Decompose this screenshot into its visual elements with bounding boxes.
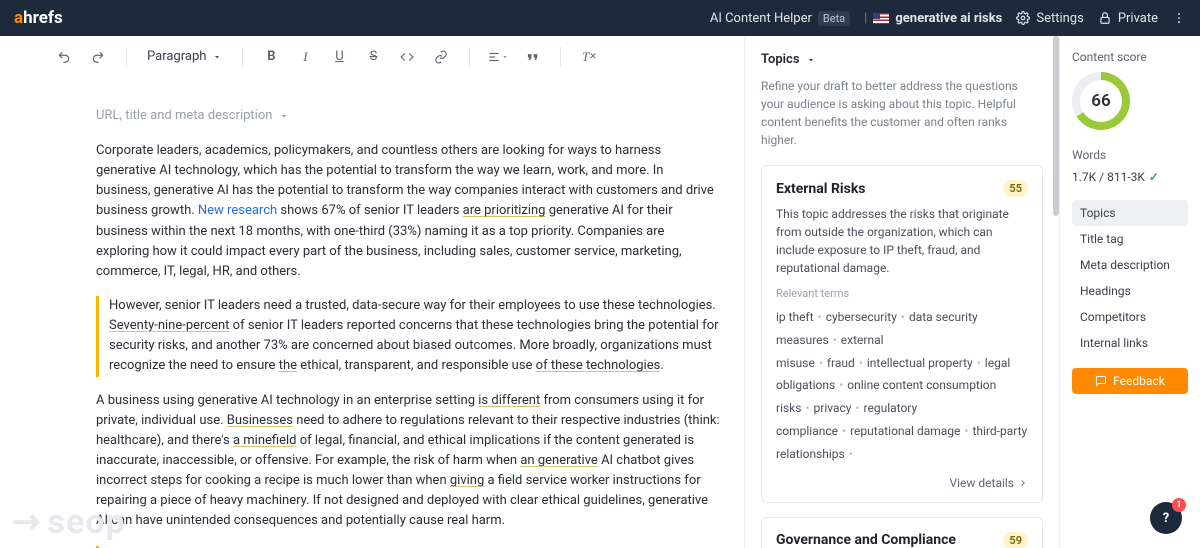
link-icon <box>434 50 448 64</box>
paragraph: A business using generative AI technolog… <box>96 391 720 532</box>
quote-button[interactable] <box>518 43 546 71</box>
italic-button[interactable]: I <box>291 43 319 71</box>
redo-icon <box>91 50 105 64</box>
private-button[interactable]: Private <box>1098 11 1158 26</box>
align-icon <box>487 50 501 64</box>
chevron-down-icon <box>212 52 222 62</box>
topic-card: Governance and Compliance 59 This topic … <box>761 517 1043 548</box>
settings-button[interactable]: Settings <box>1016 11 1083 26</box>
check-icon: ✓ <box>1149 170 1159 184</box>
link[interactable]: New research <box>198 203 277 218</box>
topic-card: External Risks 55 This topic addresses t… <box>761 165 1043 503</box>
nav-item-topics[interactable]: Topics <box>1072 200 1188 226</box>
block-style-select[interactable]: Paragraph <box>141 49 228 64</box>
code-icon <box>400 50 414 64</box>
url-meta-toggle[interactable]: URL, title and meta description <box>96 78 720 141</box>
topics-panel: Topics Refine your draft to better addre… <box>744 36 1060 548</box>
right-rail: Content score 66 Words 1.7K / 811-3K ✓ T… <box>1060 36 1200 548</box>
nav-item-title tag[interactable]: Title tag <box>1072 226 1188 252</box>
scrollbar[interactable] <box>1051 36 1059 548</box>
paragraph: However, senior IT leaders need a truste… <box>109 296 720 377</box>
editor-column: Paragraph B I U S T✕ URL, title and meta… <box>0 36 744 548</box>
topics-dropdown[interactable]: Topics <box>761 52 1043 67</box>
code-button[interactable] <box>393 43 421 71</box>
bold-button[interactable]: B <box>257 43 285 71</box>
feedback-button[interactable]: Feedback <box>1072 368 1188 394</box>
topics-intro: Refine your draft to better address the … <box>761 77 1043 149</box>
topic-desc: This topic addresses the risks that orig… <box>776 205 1028 277</box>
nav-item-competitors[interactable]: Competitors <box>1072 304 1188 330</box>
topic-title: External Risks <box>776 181 865 197</box>
nav-item-headings[interactable]: Headings <box>1072 278 1188 304</box>
undo-icon <box>57 50 71 64</box>
product-label: AI Content Helper <box>710 11 812 26</box>
topic-score-badge: 59 <box>1003 532 1028 548</box>
underline-button[interactable]: U <box>325 43 353 71</box>
words-value: 1.7K / 811-3K ✓ <box>1072 170 1188 184</box>
paragraph: Corporate leaders, academics, policymake… <box>96 141 720 282</box>
chat-icon <box>1095 375 1107 387</box>
score-label: Content score <box>1072 50 1188 64</box>
content-score-gauge: 66 <box>1072 72 1130 130</box>
flag-us-icon <box>873 13 889 24</box>
editor-toolbar: Paragraph B I U S T✕ <box>20 36 720 78</box>
help-fab[interactable]: ? 1 <box>1150 502 1182 534</box>
align-button[interactable] <box>484 43 512 71</box>
view-details-button[interactable]: View details <box>776 476 1028 490</box>
chevron-down-icon <box>278 110 290 122</box>
doc-title[interactable]: | generative ai risks <box>864 11 1002 26</box>
redo-button[interactable] <box>84 43 112 71</box>
top-bar: ahrefs AI Content Helper Beta | generati… <box>0 0 1200 36</box>
topic-score-badge: 55 <box>1003 180 1028 197</box>
clear-format-button[interactable]: T✕ <box>575 43 603 71</box>
more-menu[interactable] <box>1172 11 1186 25</box>
words-label: Words <box>1072 148 1188 162</box>
gear-icon <box>1016 11 1030 25</box>
chevron-down-icon <box>806 55 816 65</box>
notification-badge: 1 <box>1172 498 1186 512</box>
link-button[interactable] <box>427 43 455 71</box>
topic-title: Governance and Compliance <box>776 532 956 548</box>
callout: However, senior IT leaders need a truste… <box>96 296 720 377</box>
relevant-terms-label: Relevant terms <box>776 287 1028 300</box>
strike-button[interactable]: S <box>359 43 387 71</box>
nav-item-internal links[interactable]: Internal links <box>1072 330 1188 356</box>
product-name[interactable]: AI Content Helper Beta <box>710 11 850 26</box>
content-score-value: 66 <box>1080 80 1122 122</box>
topic-terms: ip theft•cybersecurity•data security mea… <box>776 306 1028 466</box>
beta-badge: Beta <box>818 11 850 26</box>
logo[interactable]: ahrefs <box>14 8 63 28</box>
undo-button[interactable] <box>50 43 78 71</box>
kebab-icon <box>1172 11 1186 25</box>
section-nav: TopicsTitle tagMeta descriptionHeadingsC… <box>1072 200 1188 356</box>
chevron-right-icon <box>1018 478 1028 488</box>
quote-icon <box>525 50 539 64</box>
lock-icon <box>1098 11 1112 25</box>
doc-title-text: generative ai risks <box>895 11 1002 26</box>
nav-item-meta description[interactable]: Meta description <box>1072 252 1188 278</box>
editor-content[interactable]: Corporate leaders, academics, policymake… <box>96 141 720 548</box>
